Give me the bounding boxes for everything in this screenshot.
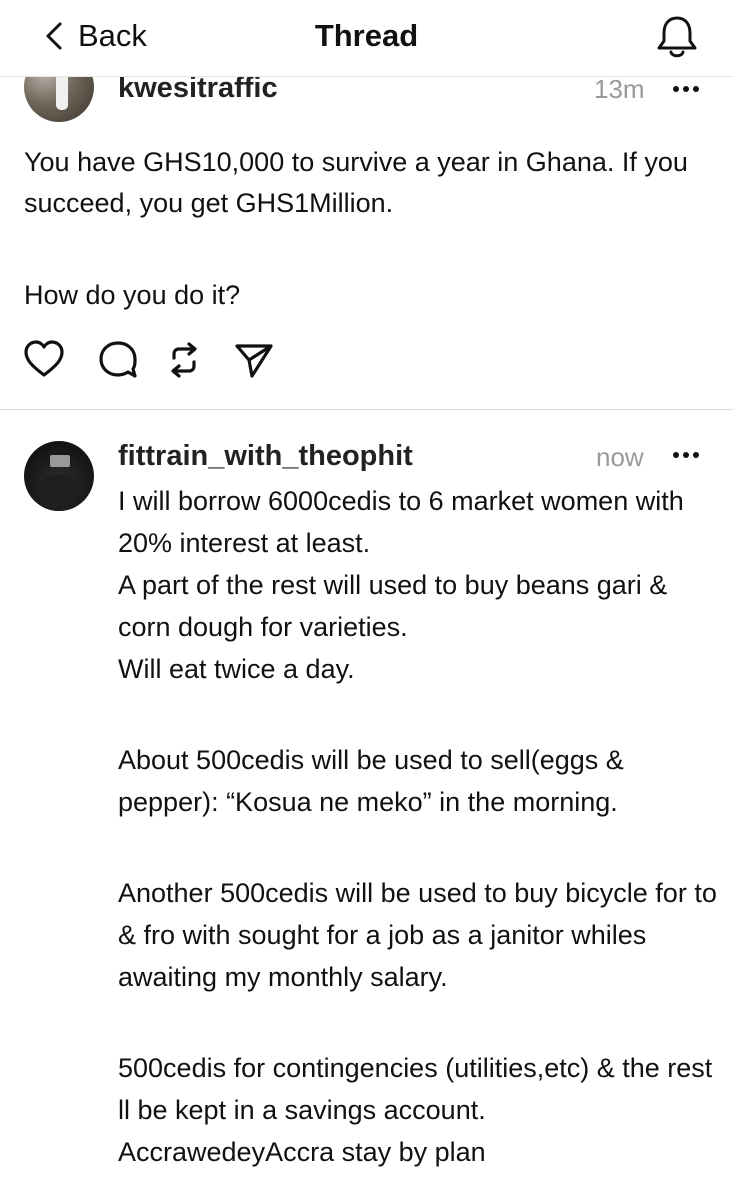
reply-username[interactable]: fittrain_with_theophit	[118, 440, 413, 473]
reply-paragraph: About 500cedis will be used to sell(eggs…	[118, 745, 624, 817]
reply-paragraph: I will borrow 6000cedis to 6 market wome…	[118, 486, 684, 558]
comment-icon[interactable]	[96, 338, 140, 382]
post-text: You have GHS10,000 to survive a year in …	[24, 142, 714, 316]
repost-icon[interactable]	[162, 338, 206, 382]
avatar[interactable]	[24, 441, 94, 511]
post-username[interactable]: kwesitraffic	[118, 76, 278, 105]
more-options-icon[interactable]	[668, 76, 704, 104]
reply-paragraph: 500cedis for contingencies (utilities,et…	[118, 1053, 713, 1125]
avatar[interactable]	[24, 76, 94, 122]
reply-paragraph: Will eat twice a day.	[118, 654, 355, 684]
original-post: kwesitraffic 13m You have GHS10,000 to s…	[0, 76, 733, 409]
reply-text: I will borrow 6000cedis to 6 market wome…	[118, 480, 718, 1173]
post-timestamp: 13m	[594, 76, 645, 104]
top-bar: Back Thread	[0, 0, 733, 77]
bell-icon[interactable]	[652, 12, 702, 60]
heart-icon[interactable]	[22, 338, 66, 382]
more-options-icon[interactable]	[668, 440, 704, 470]
post-line: How do you do it?	[24, 280, 241, 310]
share-icon[interactable]	[232, 338, 276, 382]
reply-paragraph: A part of the rest will used to buy bean…	[118, 570, 668, 642]
thread-divider	[0, 409, 733, 410]
post-line: You have GHS10,000 to survive a year in …	[24, 147, 688, 218]
page-title: Thread	[314, 18, 419, 53]
reply-paragraph: Another 500cedis will be used to buy bic…	[118, 878, 717, 992]
reply-paragraph: AccrawedeyAccra stay by plan	[118, 1137, 486, 1167]
reply-timestamp: now	[596, 442, 644, 472]
